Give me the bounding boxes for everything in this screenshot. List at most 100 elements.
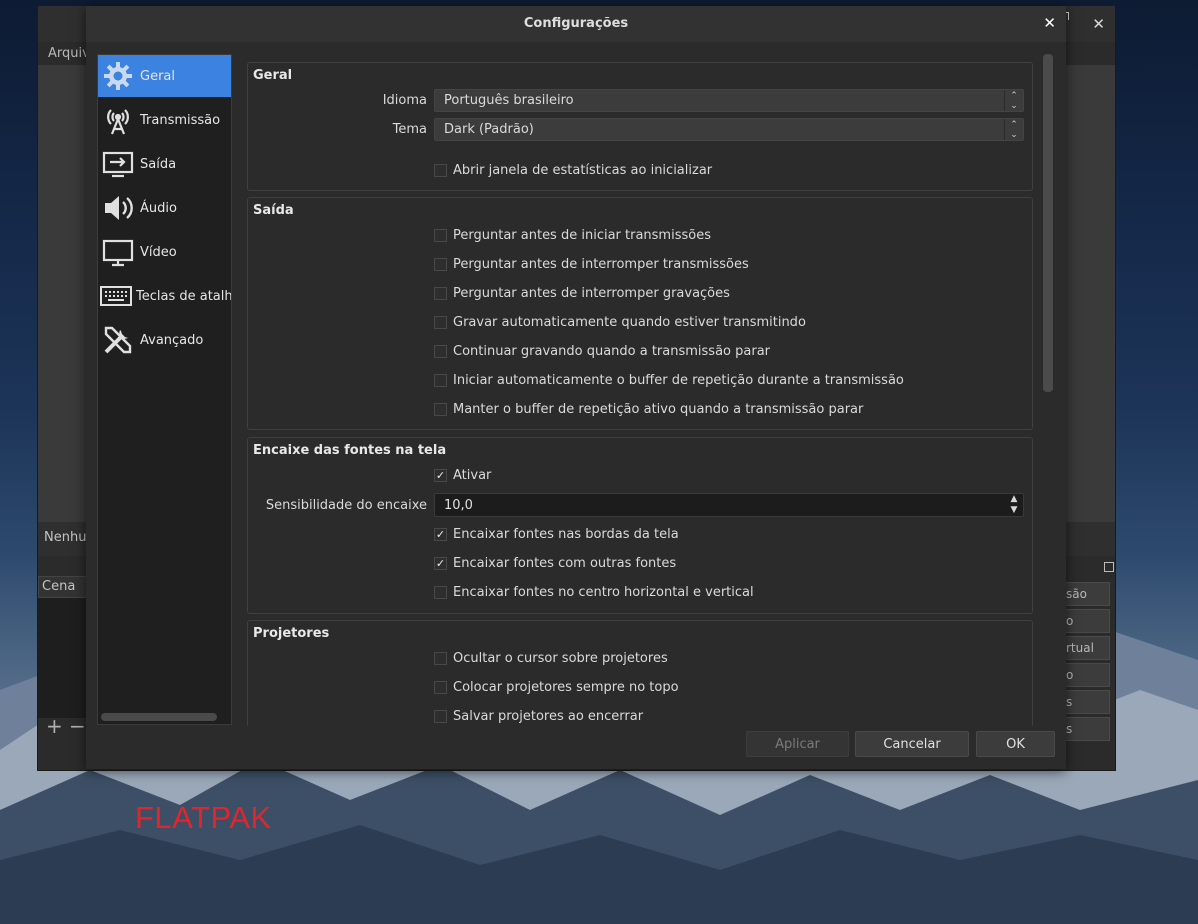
sidebar-item-video[interactable]: Vídeo <box>98 231 231 273</box>
checkbox-icon <box>434 709 447 723</box>
group-title: Encaixe das fontes na tela <box>253 443 447 458</box>
sensitivity-label: Sensibilidade do encaixe <box>265 498 427 513</box>
checkbox-label: Colocar projetores sempre no topo <box>453 679 679 695</box>
keep-recording-checkbox[interactable]: Continuar gravando quando a transmissão … <box>434 342 770 360</box>
tools-icon <box>100 322 136 358</box>
keyboard-icon <box>100 278 132 314</box>
checkbox-label: Perguntar antes de iniciar transmissões <box>453 227 711 243</box>
cancel-button[interactable]: Cancelar <box>855 731 969 757</box>
confirm-stop-record-checkbox[interactable]: Perguntar antes de interromper gravações <box>434 284 730 302</box>
no-source-label: Nenhur <box>44 530 92 545</box>
checkbox-icon <box>434 286 447 300</box>
sidebar-item-label: Áudio <box>140 200 177 216</box>
checkbox-label: Encaixar fontes com outras fontes <box>453 555 677 571</box>
settings-dialog: Configurações ✕ Geral Transmissão Saída <box>86 6 1066 769</box>
control-button[interactable]: o <box>1062 663 1110 687</box>
checkbox-icon <box>434 163 447 177</box>
confirm-start-stream-checkbox[interactable]: Perguntar antes de iniciar transmissões <box>434 226 711 244</box>
menu-file[interactable]: Arquiv <box>48 46 90 61</box>
control-button[interactable]: rtual <box>1062 636 1110 660</box>
theme-label: Tema <box>392 122 427 137</box>
checkbox-icon <box>434 315 447 329</box>
check-icon: ✓ <box>434 468 447 482</box>
checkbox-label: Manter o buffer de repetição ativo quand… <box>453 401 864 417</box>
stats-on-startup-checkbox[interactable]: Abrir janela de estatísticas ao iniciali… <box>434 161 712 179</box>
keep-replay-buffer-checkbox[interactable]: Manter o buffer de repetição ativo quand… <box>434 400 863 418</box>
checkbox-icon <box>434 344 447 358</box>
content-scrollbar[interactable] <box>1043 54 1055 726</box>
sidebar-item-audio[interactable]: Áudio <box>98 187 231 229</box>
hide-projector-cursor-checkbox[interactable]: Ocultar o cursor sobre projetores <box>434 649 668 667</box>
chevron-updown-icon: ⌃ ⌄ <box>1004 90 1023 111</box>
chevron-updown-icon: ⌃ ⌄ <box>1004 119 1023 140</box>
sidebar-item-label: Transmissão <box>140 112 221 128</box>
close-icon[interactable]: ✕ <box>1043 14 1056 32</box>
language-select[interactable]: Português brasileiro ⌃ ⌄ <box>434 89 1024 112</box>
confirm-stop-stream-checkbox[interactable]: Perguntar antes de interromper transmiss… <box>434 255 749 273</box>
checkbox-icon <box>434 373 447 387</box>
sidebar-item-geral[interactable]: Geral <box>98 55 231 97</box>
checkbox-icon <box>434 402 447 416</box>
sidebar-scrollbar[interactable] <box>101 713 217 721</box>
auto-replay-buffer-checkbox[interactable]: Iniciar automaticamente o buffer de repe… <box>434 371 904 389</box>
checkbox-label: Perguntar antes de interromper gravações <box>453 285 730 301</box>
antenna-icon <box>100 102 136 138</box>
language-label: Idioma <box>382 93 427 108</box>
gear-icon <box>100 58 136 94</box>
sensitivity-value: 10,0 <box>444 498 473 513</box>
sidebar-item-transmissao[interactable]: Transmissão <box>98 99 231 141</box>
output-icon <box>100 146 136 182</box>
flatpak-watermark: FLATPAK <box>135 800 272 835</box>
theme-select[interactable]: Dark (Padrão) ⌃ ⌄ <box>434 118 1024 141</box>
checkbox-icon <box>434 680 447 694</box>
checkbox-label: Continuar gravando quando a transmissão … <box>453 343 771 359</box>
sidebar-item-avancado[interactable]: Avançado <box>98 319 231 361</box>
ok-button[interactable]: OK <box>976 731 1055 757</box>
control-button[interactable]: o <box>1062 609 1110 633</box>
check-icon: ✓ <box>434 556 447 570</box>
scrollbar-thumb[interactable] <box>1043 54 1053 392</box>
checkbox-label: Encaixar fontes nas bordas da tela <box>453 526 679 542</box>
spin-arrows-icon[interactable]: ▲ ▼ <box>1005 494 1023 516</box>
checkbox-label: Salvar projetores ao encerrar <box>453 708 644 724</box>
group-encaixe: Encaixe das fontes na tela ✓ Ativar Sens… <box>247 437 1033 614</box>
language-value: Português brasileiro <box>444 93 574 108</box>
group-title: Geral <box>253 68 293 83</box>
control-button[interactable]: s <box>1062 690 1110 714</box>
close-icon[interactable]: ✕ <box>1092 15 1105 33</box>
check-icon: ✓ <box>434 527 447 541</box>
snap-screen-edges-checkbox[interactable]: ✓ Encaixar fontes nas bordas da tela <box>434 525 679 543</box>
group-saida: Saída Perguntar antes de iniciar transmi… <box>247 197 1033 430</box>
add-icon[interactable]: + <box>46 714 63 738</box>
sidebar-item-label: Teclas de atalho <box>136 288 232 304</box>
checkbox-label: Iniciar automaticamente o buffer de repe… <box>453 372 904 388</box>
projector-on-top-checkbox[interactable]: Colocar projetores sempre no topo <box>434 678 679 696</box>
checkbox-label: Abrir janela de estatísticas ao iniciali… <box>453 162 713 178</box>
sensitivity-spinbox[interactable]: 10,0 ▲ ▼ <box>434 493 1024 517</box>
remove-icon[interactable]: − <box>69 714 86 738</box>
settings-sidebar: Geral Transmissão Saída Áudio Vídeo Tecl… <box>97 54 232 725</box>
sidebar-item-saida[interactable]: Saída <box>98 143 231 185</box>
snap-other-sources-checkbox[interactable]: ✓ Encaixar fontes com outras fontes <box>434 554 676 572</box>
theme-value: Dark (Padrão) <box>444 122 534 137</box>
auto-record-checkbox[interactable]: Gravar automaticamente quando estiver tr… <box>434 313 806 331</box>
snapping-enable-checkbox[interactable]: ✓ Ativar <box>434 466 491 484</box>
sidebar-item-label: Avançado <box>140 332 204 348</box>
checkbox-icon <box>434 257 447 271</box>
save-projectors-checkbox[interactable]: Salvar projetores ao encerrar <box>434 707 643 725</box>
monitor-icon <box>100 234 136 270</box>
control-button[interactable]: são <box>1062 582 1110 606</box>
apply-button[interactable]: Aplicar <box>746 731 849 757</box>
settings-content: Geral Idioma Português brasileiro ⌃ ⌄ Tem… <box>247 62 1034 726</box>
checkbox-label: Ativar <box>453 467 492 483</box>
control-button[interactable]: s <box>1062 717 1110 741</box>
sidebar-item-teclas[interactable]: Teclas de atalho <box>98 275 232 317</box>
dock-float-icon[interactable] <box>1104 562 1114 572</box>
snap-center-checkbox[interactable]: Encaixar fontes no centro horizontal e v… <box>434 583 754 601</box>
group-projetores: Projetores Ocultar o cursor sobre projet… <box>247 620 1033 726</box>
dialog-title: Configurações <box>523 16 629 31</box>
sidebar-item-label: Geral <box>140 68 175 84</box>
checkbox-label: Ocultar o cursor sobre projetores <box>453 650 668 666</box>
group-title: Projetores <box>253 626 330 641</box>
checkbox-label: Encaixar fontes no centro horizontal e v… <box>453 584 754 600</box>
